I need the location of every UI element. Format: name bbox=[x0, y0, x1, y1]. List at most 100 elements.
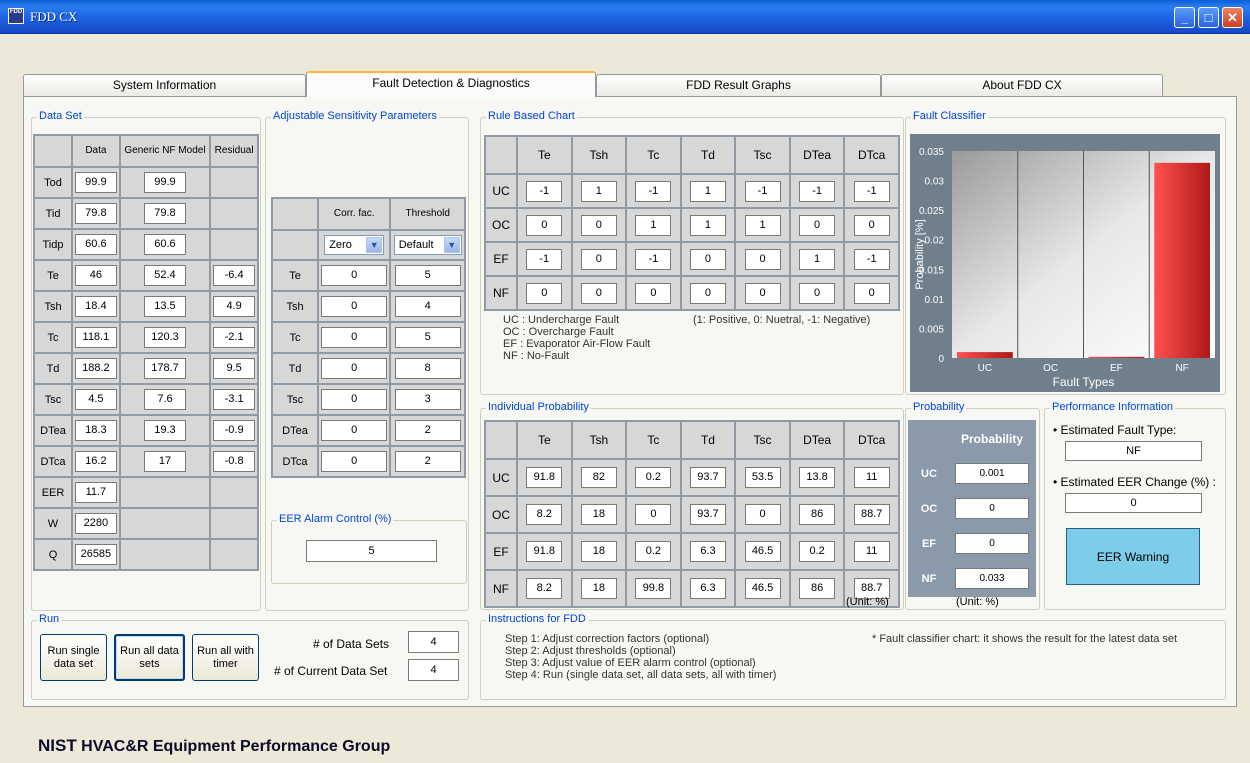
row-label: Tc bbox=[273, 323, 317, 352]
table-row: UC -1 1 -1 1 -1 -1 -1 bbox=[486, 175, 898, 207]
col-header: DTca bbox=[845, 137, 898, 173]
tab-fdd-result-graphs[interactable]: FDD Result Graphs bbox=[596, 74, 881, 96]
corr-input[interactable]: 0 bbox=[321, 265, 388, 286]
col-corr-fac: Corr. fac. bbox=[319, 199, 390, 229]
table-row: OC 0 bbox=[910, 492, 1034, 525]
col-data: Data bbox=[73, 136, 119, 166]
probability-header: Probability bbox=[950, 422, 1034, 455]
run-all-button[interactable]: Run all data sets bbox=[114, 634, 185, 681]
y-tick-label: 0 bbox=[938, 354, 944, 365]
individual-probability-label: Individual Probability bbox=[486, 401, 591, 413]
cell-data[interactable]: 46 bbox=[74, 265, 117, 286]
cell-data[interactable]: 18.4 bbox=[74, 296, 117, 317]
cell-data[interactable]: 2280 bbox=[74, 513, 117, 534]
table-row: Te 0 5 bbox=[273, 261, 464, 290]
table-row: Tsc 4.5 7.6 -3.1 bbox=[35, 385, 257, 414]
corr-input[interactable]: 0 bbox=[321, 296, 388, 317]
cell-residual: -0.9 bbox=[213, 420, 256, 441]
tab-about[interactable]: About FDD CX bbox=[881, 74, 1163, 96]
row-label: NF bbox=[486, 277, 516, 309]
matrix-cell: 0 bbox=[580, 248, 617, 270]
threshold-input[interactable]: 3 bbox=[394, 389, 461, 410]
matrix-cell: 86 bbox=[799, 504, 836, 525]
table-row: Tsh 18.4 13.5 4.9 bbox=[35, 292, 257, 321]
tab-system-information[interactable]: System Information bbox=[23, 74, 306, 96]
cell-model: 13.5 bbox=[143, 296, 186, 317]
row-label: DTca bbox=[273, 447, 317, 476]
cell-data[interactable]: 188.2 bbox=[74, 358, 117, 379]
corr-factor-select[interactable]: Zero ▼ bbox=[324, 235, 385, 255]
chevron-down-icon: ▼ bbox=[443, 237, 460, 253]
table-row: Te 46 52.4 -6.4 bbox=[35, 261, 257, 290]
matrix-cell: 0 bbox=[526, 282, 563, 304]
cell-data[interactable]: 60.6 bbox=[74, 234, 117, 255]
row-label: EF bbox=[486, 243, 516, 275]
matrix-cell: 53.5 bbox=[744, 467, 781, 488]
matrix-cell: 1 bbox=[635, 214, 672, 236]
eer-alarm-input[interactable]: 5 bbox=[306, 540, 437, 562]
footer-group-name: HVAC&R Equipment Performance Group bbox=[76, 738, 391, 755]
x-tick-label: UC bbox=[978, 363, 992, 374]
y-tick-label: 0.02 bbox=[925, 236, 945, 247]
matrix-cell: 91.8 bbox=[526, 467, 563, 488]
matrix-cell: 88.7 bbox=[853, 504, 890, 525]
row-label: OC bbox=[486, 209, 516, 241]
threshold-input[interactable]: 2 bbox=[394, 420, 461, 441]
threshold-input[interactable]: 8 bbox=[394, 358, 461, 379]
threshold-select[interactable]: Default ▼ bbox=[393, 235, 462, 255]
table-row: UC 91.8 82 0.2 93.7 53.5 13.8 11 bbox=[486, 460, 898, 495]
cell-data[interactable]: 26585 bbox=[74, 544, 117, 565]
table-row: Tidp 60.6 60.6 bbox=[35, 230, 257, 259]
step-3: Step 3: Adjust value of EER alarm contro… bbox=[505, 657, 756, 669]
threshold-input[interactable]: 5 bbox=[394, 327, 461, 348]
num-data-sets-label: # of Data Sets bbox=[313, 637, 390, 651]
table-row: EF -1 0 -1 0 0 1 -1 bbox=[486, 243, 898, 275]
matrix-cell: 0 bbox=[580, 282, 617, 304]
table-row: Td 188.2 178.7 9.5 bbox=[35, 354, 257, 383]
matrix-cell: 0 bbox=[744, 248, 781, 270]
individual-probability-table: Te Tsh Tc Td Tsc DTea DTca UC 91.8 82 0.2 93.7 53.5… bbox=[484, 420, 900, 608]
cell-data[interactable]: 4.5 bbox=[74, 389, 117, 410]
chevron-down-icon: ▼ bbox=[366, 237, 383, 253]
threshold-input[interactable]: 5 bbox=[394, 265, 461, 286]
eer-warning-button[interactable]: EER Warning bbox=[1066, 528, 1200, 585]
threshold-input[interactable]: 4 bbox=[394, 296, 461, 317]
run-single-button[interactable]: Run single data set bbox=[40, 634, 107, 681]
corr-input[interactable]: 0 bbox=[321, 358, 388, 379]
cell-data[interactable]: 118.1 bbox=[74, 327, 117, 348]
corr-input[interactable]: 0 bbox=[321, 327, 388, 348]
matrix-cell: 11 bbox=[853, 467, 890, 488]
matrix-cell: 6.3 bbox=[689, 578, 726, 599]
close-button[interactable]: ✕ bbox=[1222, 7, 1243, 28]
cell-data[interactable]: 79.8 bbox=[74, 203, 117, 224]
cell-data[interactable]: 18.3 bbox=[74, 420, 117, 441]
matrix-cell: 8.2 bbox=[526, 504, 563, 525]
fault-classifier-label: Fault Classifier bbox=[911, 110, 988, 122]
rule-chart-label: Rule Based Chart bbox=[486, 110, 577, 122]
corr-input[interactable]: 0 bbox=[321, 420, 388, 441]
probability-table: Probability UC 0.001 OC 0 EF 0 NF 0.033 bbox=[908, 420, 1036, 597]
row-label: OC bbox=[910, 492, 948, 525]
cell-data[interactable]: 99.9 bbox=[74, 172, 117, 193]
cell-data[interactable]: 11.7 bbox=[74, 482, 117, 503]
cell-model: 52.4 bbox=[143, 265, 186, 286]
minimize-button[interactable]: _ bbox=[1174, 7, 1195, 28]
legend-oc: OC : Overcharge Fault bbox=[503, 326, 614, 338]
threshold-input[interactable]: 2 bbox=[394, 451, 461, 472]
matrix-cell: -1 bbox=[526, 180, 563, 202]
tab-fault-detection[interactable]: Fault Detection & Diagnostics bbox=[306, 71, 596, 97]
performance-label: Performance Information bbox=[1050, 401, 1176, 413]
row-label: UC bbox=[486, 460, 516, 495]
col-header: DTca bbox=[845, 422, 898, 458]
corr-input[interactable]: 0 bbox=[321, 389, 388, 410]
y-tick-label: 0.005 bbox=[919, 324, 944, 335]
corr-input[interactable]: 0 bbox=[321, 451, 388, 472]
maximize-button[interactable]: □ bbox=[1198, 7, 1219, 28]
matrix-cell: 1 bbox=[799, 248, 836, 270]
table-row: UC 0.001 bbox=[910, 457, 1034, 490]
eer-alarm-label: EER Alarm Control (%) bbox=[277, 513, 394, 525]
matrix-cell: 0 bbox=[853, 282, 890, 304]
cell-data[interactable]: 16.2 bbox=[74, 451, 117, 472]
matrix-cell: 1 bbox=[689, 214, 726, 236]
run-timer-button[interactable]: Run all with timer bbox=[192, 634, 259, 681]
